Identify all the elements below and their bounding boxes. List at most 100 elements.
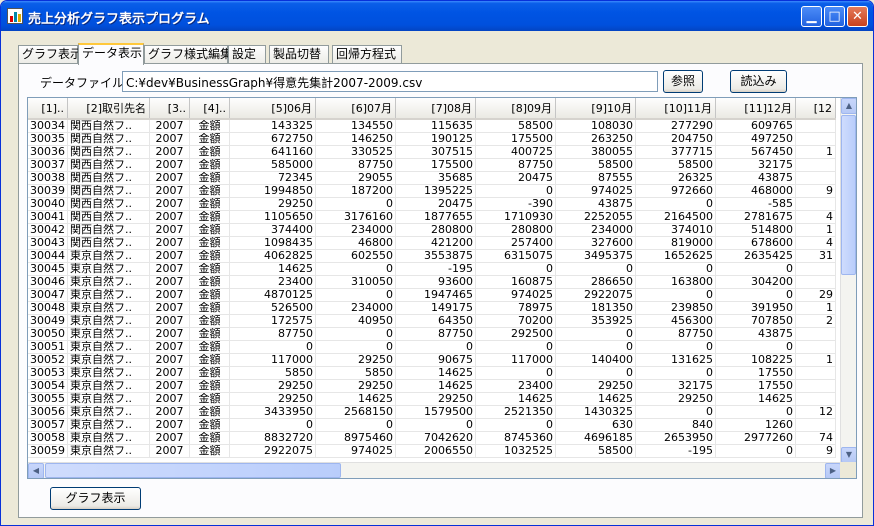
table-cell[interactable]: 29250 — [555, 379, 636, 393]
table-cell[interactable]: 40950 — [315, 314, 396, 328]
table-cell[interactable] — [795, 132, 836, 146]
title-bar[interactable]: 売上分析グラフ表示プログラム ▁ □ ✕ — [1, 1, 873, 31]
table-cell[interactable]: 金額 — [189, 210, 230, 224]
table-cell[interactable]: 金額 — [189, 197, 230, 211]
table-cell[interactable]: 関西自然フ.. — [67, 171, 150, 185]
table-cell[interactable]: 30042 — [28, 223, 68, 237]
table-cell[interactable]: 421200 — [395, 236, 476, 250]
table-row[interactable]: 30046 東京自然フ.. 2007 金額 23400 310050 93600 160875… — [28, 275, 836, 289]
table-cell[interactable]: 2635425 — [715, 249, 796, 263]
table-cell[interactable]: 2007 — [149, 184, 190, 198]
table-cell[interactable]: 374400 — [229, 223, 316, 237]
table-cell[interactable]: 金額 — [189, 145, 230, 159]
table-cell[interactable]: 2922075 — [229, 444, 316, 458]
table-cell[interactable]: 0 — [395, 418, 476, 432]
table-cell[interactable] — [795, 392, 836, 406]
table-cell[interactable]: 30052 — [28, 353, 68, 367]
table-cell[interactable]: 0 — [395, 340, 476, 354]
table-cell[interactable]: 30034 — [28, 119, 68, 133]
table-cell[interactable]: 金額 — [189, 301, 230, 315]
table-cell[interactable]: 2521350 — [475, 405, 556, 419]
table-row[interactable]: 30047 東京自然フ.. 2007 金額 4870125 0 1947465 974025 2… — [28, 288, 836, 302]
table-cell[interactable] — [795, 197, 836, 211]
table-cell[interactable]: 58500 — [635, 158, 716, 172]
table-cell[interactable]: 2007 — [149, 444, 190, 458]
table-cell[interactable]: 30046 — [28, 275, 68, 289]
table-cell[interactable]: 関西自然フ.. — [67, 158, 150, 172]
table-cell[interactable]: 1 — [795, 353, 836, 367]
table-cell[interactable]: 30053 — [28, 366, 68, 380]
table-cell[interactable]: 87555 — [555, 171, 636, 185]
table-cell[interactable]: 30057 — [28, 418, 68, 432]
table-cell[interactable]: 819000 — [635, 236, 716, 250]
table-row[interactable]: 30044 東京自然フ.. 2007 金額 4062825 602550 3553875 63… — [28, 249, 836, 263]
table-cell[interactable]: 146250 — [315, 132, 396, 146]
table-cell[interactable]: 327600 — [555, 236, 636, 250]
table-cell[interactable]: 70200 — [475, 314, 556, 328]
table-cell[interactable]: 14625 — [715, 392, 796, 406]
table-cell[interactable]: 280800 — [395, 223, 476, 237]
table-cell[interactable]: 497250 — [715, 132, 796, 146]
table-cell[interactable]: 2007 — [149, 236, 190, 250]
table-cell[interactable]: 585000 — [229, 158, 316, 172]
table-row[interactable]: 30042 関西自然フ.. 2007 金額 374400 234000 280800 2808… — [28, 223, 836, 237]
tab-data-display[interactable]: データ表示 — [78, 43, 144, 65]
table-cell[interactable] — [795, 262, 836, 276]
table-cell[interactable]: 1430325 — [555, 405, 636, 419]
table-cell[interactable]: 2007 — [149, 418, 190, 432]
table-cell[interactable]: 金額 — [189, 392, 230, 406]
table-cell[interactable]: 204750 — [635, 132, 716, 146]
table-cell[interactable]: 0 — [555, 366, 636, 380]
table-cell[interactable]: 3433950 — [229, 405, 316, 419]
table-row[interactable]: 30040 関西自然フ.. 2007 金額 29250 0 20475 -390 43875 0-… — [28, 197, 836, 211]
table-row[interactable]: 30055 東京自然フ.. 2007 金額 29250 14625 29250 14625 14… — [28, 392, 836, 406]
table-cell[interactable]: 602550 — [315, 249, 396, 263]
table-cell[interactable]: 金額 — [189, 366, 230, 380]
table-cell[interactable]: 93600 — [395, 275, 476, 289]
table-cell[interactable]: 678600 — [715, 236, 796, 250]
table-cell[interactable]: 2781675 — [715, 210, 796, 224]
table-cell[interactable]: 526500 — [229, 301, 316, 315]
column-header[interactable]: [12 — [795, 98, 836, 120]
table-cell[interactable]: 金額 — [189, 418, 230, 432]
table-cell[interactable]: 972660 — [635, 184, 716, 198]
table-cell[interactable]: 30040 — [28, 197, 68, 211]
table-cell[interactable]: -585 — [715, 197, 796, 211]
table-cell[interactable]: 3495375 — [555, 249, 636, 263]
table-cell[interactable]: 131625 — [635, 353, 716, 367]
table-row[interactable]: 30048 東京自然フ.. 2007 金額 526500 234000 149175 7897… — [28, 301, 836, 315]
table-cell[interactable]: 0 — [475, 340, 556, 354]
table-cell[interactable]: 2007 — [149, 327, 190, 341]
table-cell[interactable]: 金額 — [189, 223, 230, 237]
table-cell[interactable]: 金額 — [189, 262, 230, 276]
horizontal-scrollbar[interactable]: ◀ ▶ — [28, 462, 841, 478]
table-cell[interactable]: 87750 — [395, 327, 476, 341]
table-cell[interactable]: 0 — [715, 340, 796, 354]
table-cell[interactable]: 567450 — [715, 145, 796, 159]
table-cell[interactable]: 金額 — [189, 314, 230, 328]
table-cell[interactable]: 金額 — [189, 236, 230, 250]
table-cell[interactable]: 東京自然フ.. — [67, 288, 150, 302]
table-cell[interactable]: 32175 — [635, 379, 716, 393]
table-cell[interactable]: 5850 — [229, 366, 316, 380]
table-cell[interactable]: 東京自然フ.. — [67, 366, 150, 380]
column-header[interactable]: [8]09月 — [475, 98, 556, 120]
table-cell[interactable]: 0 — [315, 288, 396, 302]
tab-graph-style-edit[interactable]: グラフ様式編集 — [144, 45, 232, 64]
table-cell[interactable]: 108225 — [715, 353, 796, 367]
table-cell[interactable]: 東京自然フ.. — [67, 340, 150, 354]
table-cell[interactable]: 金額 — [189, 431, 230, 445]
table-cell[interactable]: 280800 — [475, 223, 556, 237]
table-cell[interactable]: 0 — [475, 418, 556, 432]
table-cell[interactable]: 関西自然フ.. — [67, 132, 150, 146]
table-row[interactable]: 30038 関西自然フ.. 2007 金額 72345 29055 35685 20475 87… — [28, 171, 836, 185]
horizontal-scroll-thumb[interactable] — [45, 463, 341, 478]
table-cell[interactable]: 14625 — [315, 392, 396, 406]
table-cell[interactable]: 2007 — [149, 314, 190, 328]
column-header[interactable]: [5]06月 — [229, 98, 316, 120]
table-cell[interactable]: 87750 — [635, 327, 716, 341]
table-cell[interactable]: 東京自然フ.. — [67, 418, 150, 432]
table-cell[interactable]: 29250 — [315, 353, 396, 367]
column-header[interactable]: [6]07月 — [315, 98, 396, 120]
table-cell[interactable]: 7042620 — [395, 431, 476, 445]
